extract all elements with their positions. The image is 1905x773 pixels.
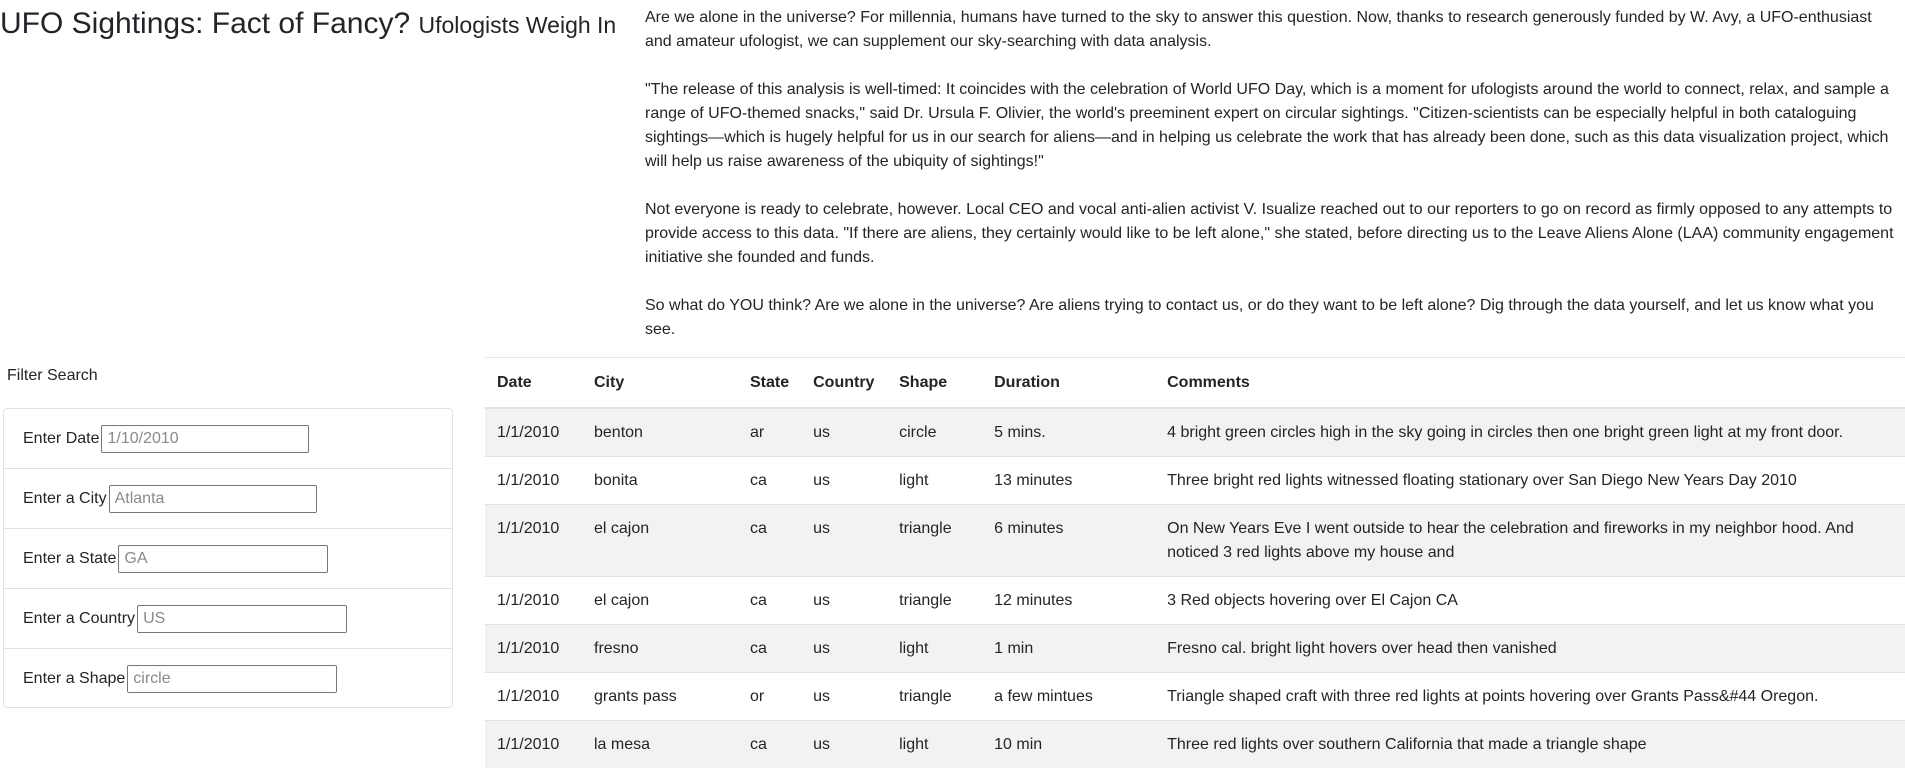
cell-country: us bbox=[801, 576, 888, 625]
filter-item-state: Enter a State bbox=[4, 529, 452, 589]
date-filter-label: Enter Date bbox=[23, 429, 100, 447]
filter-item-date: Enter Date bbox=[4, 409, 452, 469]
cell-city: el cajon bbox=[582, 576, 738, 625]
table-row: 1/1/2010 el cajon ca us triangle 6 minut… bbox=[485, 504, 1905, 577]
cell-city: la mesa bbox=[582, 720, 738, 768]
column-header-shape[interactable]: Shape bbox=[887, 358, 983, 409]
cell-state: ca bbox=[738, 576, 802, 625]
table-header: Date City State Country Shape Duration C… bbox=[485, 358, 1905, 409]
cell-shape: triangle bbox=[887, 672, 983, 721]
country-filter-input[interactable] bbox=[137, 604, 348, 633]
cell-state: or bbox=[738, 672, 802, 721]
cell-duration: a few mintues bbox=[982, 672, 1156, 721]
state-filter-input[interactable] bbox=[118, 544, 329, 573]
cell-city: el cajon bbox=[582, 504, 738, 577]
column-header-state[interactable]: State bbox=[738, 358, 802, 409]
title-main: UFO Sightings: Fact of Fancy? bbox=[0, 7, 411, 40]
article-paragraph: "The release of this analysis is well-ti… bbox=[645, 81, 1889, 170]
cell-date: 1/1/2010 bbox=[485, 672, 582, 721]
table-row: 1/1/2010 el cajon ca us triangle 12 minu… bbox=[485, 576, 1905, 625]
city-filter-label: Enter a City bbox=[23, 489, 107, 507]
page-header: UFO Sightings: Fact of Fancy? Ufologists… bbox=[0, 4, 616, 45]
cell-duration: 6 minutes bbox=[982, 504, 1156, 577]
cell-comments: On New Years Eve I went outside to hear … bbox=[1155, 504, 1905, 577]
page-subtitle: Ufologists Weigh In bbox=[418, 12, 617, 38]
article-text: Are we alone in the universe? For millen… bbox=[645, 6, 1895, 342]
table-body: 1/1/2010 benton ar us circle 5 mins. 4 b… bbox=[485, 407, 1905, 768]
sightings-table-container: Date City State Country Shape Duration C… bbox=[485, 358, 1905, 768]
cell-duration: 10 min bbox=[982, 720, 1156, 768]
filter-item-country: Enter a Country bbox=[4, 589, 452, 649]
cell-state: ca bbox=[738, 720, 802, 768]
cell-duration: 13 minutes bbox=[982, 456, 1156, 505]
cell-date: 1/1/2010 bbox=[485, 576, 582, 625]
column-header-country[interactable]: Country bbox=[801, 358, 888, 409]
cell-country: us bbox=[801, 456, 888, 505]
cell-city: bonita bbox=[582, 456, 738, 505]
cell-shape: triangle bbox=[887, 576, 983, 625]
cell-comments: 4 bright green circles high in the sky g… bbox=[1155, 407, 1905, 457]
column-header-city[interactable]: City bbox=[582, 358, 738, 409]
cell-shape: circle bbox=[887, 407, 983, 457]
table-row: 1/1/2010 la mesa ca us light 10 min Thre… bbox=[485, 720, 1905, 768]
table-row: 1/1/2010 benton ar us circle 5 mins. 4 b… bbox=[485, 407, 1905, 457]
cell-date: 1/1/2010 bbox=[485, 624, 582, 673]
cell-state: ca bbox=[738, 624, 802, 673]
table-row: 1/1/2010 bonita ca us light 13 minutes T… bbox=[485, 456, 1905, 505]
city-filter-input[interactable] bbox=[108, 484, 317, 513]
filter-panel: Enter Date Enter a City Enter a State En… bbox=[3, 408, 453, 708]
cell-comments: Three red lights over southern Californi… bbox=[1155, 720, 1905, 768]
cell-shape: triangle bbox=[887, 504, 983, 577]
page-title: UFO Sightings: Fact of Fancy? Ufologists… bbox=[0, 4, 616, 45]
column-header-duration[interactable]: Duration bbox=[982, 358, 1156, 409]
cell-comments: Triangle shaped craft with three red lig… bbox=[1155, 672, 1905, 721]
cell-date: 1/1/2010 bbox=[485, 504, 582, 577]
cell-city: benton bbox=[582, 407, 738, 457]
cell-state: ca bbox=[738, 456, 802, 505]
cell-date: 1/1/2010 bbox=[485, 456, 582, 505]
cell-duration: 1 min bbox=[982, 624, 1156, 673]
country-filter-label: Enter a Country bbox=[23, 609, 136, 627]
cell-shape: light bbox=[887, 720, 983, 768]
cell-country: us bbox=[801, 407, 888, 457]
cell-city: grants pass bbox=[582, 672, 738, 721]
date-filter-input[interactable] bbox=[101, 424, 310, 453]
cell-state: ca bbox=[738, 504, 802, 577]
table-row: 1/1/2010 fresno ca us light 1 min Fresno… bbox=[485, 624, 1905, 673]
cell-duration: 5 mins. bbox=[982, 407, 1156, 457]
cell-country: us bbox=[801, 672, 888, 721]
cell-country: us bbox=[801, 720, 888, 768]
cell-comments: 3 Red objects hovering over El Cajon CA bbox=[1155, 576, 1905, 625]
cell-date: 1/1/2010 bbox=[485, 407, 582, 457]
cell-shape: light bbox=[887, 456, 983, 505]
column-header-comments[interactable]: Comments bbox=[1155, 358, 1905, 409]
cell-country: us bbox=[801, 624, 888, 673]
article-paragraph: Not everyone is ready to celebrate, howe… bbox=[645, 201, 1894, 266]
shape-filter-input[interactable] bbox=[127, 665, 338, 693]
article-paragraph: Are we alone in the universe? For millen… bbox=[645, 9, 1872, 50]
state-filter-label: Enter a State bbox=[23, 549, 117, 567]
cell-city: fresno bbox=[582, 624, 738, 673]
article-paragraph: So what do YOU think? Are we alone in th… bbox=[645, 297, 1874, 338]
filter-item-shape: Enter a Shape bbox=[4, 649, 452, 709]
cell-shape: light bbox=[887, 624, 983, 673]
shape-filter-label: Enter a Shape bbox=[23, 670, 126, 687]
filter-item-city: Enter a City bbox=[4, 469, 452, 529]
cell-state: ar bbox=[738, 407, 802, 457]
column-header-date[interactable]: Date bbox=[485, 358, 582, 409]
cell-duration: 12 minutes bbox=[982, 576, 1156, 625]
cell-date: 1/1/2010 bbox=[485, 720, 582, 768]
cell-comments: Three bright red lights witnessed floati… bbox=[1155, 456, 1905, 505]
cell-comments: Fresno cal. bright light hovers over hea… bbox=[1155, 624, 1905, 673]
ufo-sightings-table: Date City State Country Shape Duration C… bbox=[485, 358, 1905, 768]
cell-country: us bbox=[801, 504, 888, 577]
table-row: 1/1/2010 grants pass or us triangle a fe… bbox=[485, 672, 1905, 721]
filter-heading: Filter Search bbox=[7, 367, 98, 384]
header-row: Date City State Country Shape Duration C… bbox=[485, 358, 1905, 409]
